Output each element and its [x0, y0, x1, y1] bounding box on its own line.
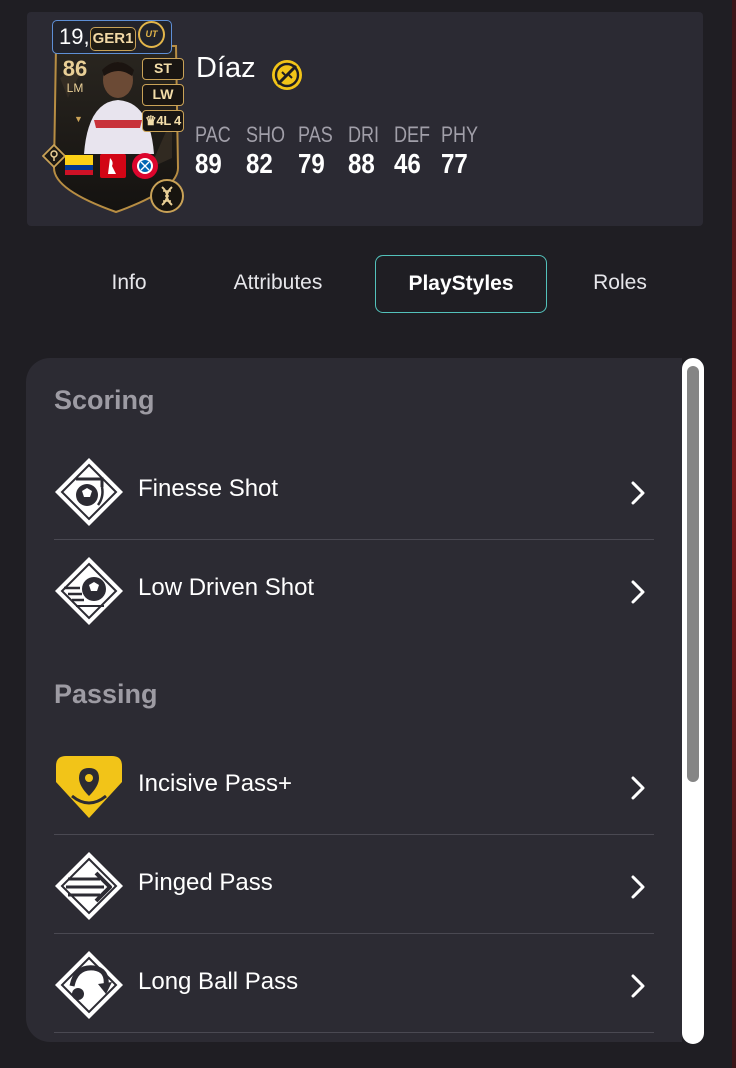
scrollbar[interactable] [682, 358, 704, 1044]
playstyle-name: Finesse Shot [138, 475, 279, 502]
player-name: Díaz [196, 52, 256, 84]
playstyle-name: Incisive Pass+ [138, 770, 293, 797]
ut-coin-icon: UT [138, 21, 165, 48]
section-title-passing: Passing [54, 679, 158, 709]
league-chip: GER1 [90, 27, 136, 51]
stat-label: DRI [348, 122, 380, 147]
alt-position-chip: LW [142, 84, 184, 106]
tab-bar: Info Attributes PlayStyles Roles [0, 255, 736, 313]
finesse-shot-icon [55, 458, 123, 526]
playstyle-name: Long Ball Pass [138, 968, 299, 995]
face-stats: PAC 89 SHO 82 PAS 79 DRI 88 DEF 46 PHY 7… [195, 122, 487, 180]
tab-info[interactable]: Info [88, 255, 170, 313]
evolution-dna-icon[interactable] [149, 178, 185, 214]
stat-label: PAC [195, 122, 231, 147]
chevron-right-icon [631, 974, 645, 998]
tab-playstyles[interactable]: PlayStyles [375, 255, 547, 313]
chevron-right-icon [631, 580, 645, 604]
playstyles-panel: Scoring Finesse Shot Low Driven Shot Pas… [26, 358, 682, 1042]
tab-attributes[interactable]: Attributes [212, 255, 344, 313]
playstyle-row[interactable]: Incisive Pass+ [54, 737, 654, 835]
stat-value: 46 [394, 148, 421, 179]
chevron-right-icon [631, 481, 645, 505]
stat-value: 82 [246, 148, 273, 179]
card-position: LM [66, 81, 84, 95]
stat-def: DEF 46 [394, 122, 441, 180]
bayern-crest-icon [132, 153, 158, 179]
low-driven-shot-icon [55, 557, 123, 625]
section-title-scoring: Scoring [54, 385, 155, 415]
alt-position-chip: ST [142, 58, 184, 80]
colombia-flag-icon [65, 155, 93, 175]
stat-value: 88 [348, 148, 375, 179]
playstyle-row[interactable]: Long Ball Pass [54, 935, 654, 1033]
stat-label: PHY [441, 122, 479, 147]
stat-label: SHO [246, 122, 286, 147]
skills-weakfoot-value: 4L 4 [156, 113, 181, 128]
card-rating: 86 [62, 56, 88, 81]
incisive-pass-plus-icon [56, 756, 122, 818]
chemistry-style-icon [42, 144, 66, 168]
playstyle-row[interactable]: Finesse Shot [54, 442, 654, 540]
stat-pac: PAC 89 [195, 122, 246, 180]
stat-dri: DRI 88 [348, 122, 394, 180]
playstyle-row[interactable]: Low Driven Shot [54, 541, 654, 639]
stat-value: 89 [195, 148, 222, 179]
tab-roles[interactable]: Roles [576, 255, 664, 313]
row-divider [54, 933, 654, 934]
playstyle-name: Low Driven Shot [138, 574, 315, 601]
chevron-right-icon [631, 875, 645, 899]
untradeable-badge-icon [272, 60, 302, 90]
chevron-right-icon [631, 776, 645, 800]
crown-icon: ♛ [145, 113, 157, 128]
row-divider [54, 1032, 654, 1033]
stat-pas: PAS 79 [298, 122, 348, 180]
stat-value: 77 [441, 148, 468, 179]
bundesliga-logo-icon [100, 154, 126, 178]
stat-label: PAS [298, 122, 333, 147]
scrollbar-thumb[interactable] [687, 366, 699, 782]
playstyle-row[interactable]: Pinged Pass [54, 836, 654, 934]
stat-phy: PHY 77 [441, 122, 487, 180]
pinged-pass-icon [55, 852, 123, 920]
row-divider [54, 539, 654, 540]
stat-sho: SHO 82 [246, 122, 298, 180]
long-ball-pass-icon [55, 951, 123, 1019]
stat-value: 79 [298, 148, 325, 179]
stat-label: DEF [394, 122, 431, 147]
svg-text:▼: ▼ [74, 114, 83, 124]
playstyle-name: Pinged Pass [138, 869, 273, 896]
row-divider [54, 834, 654, 835]
window-edge [732, 0, 736, 1068]
skills-weakfoot-chip: ♛4L 4 [142, 110, 184, 132]
